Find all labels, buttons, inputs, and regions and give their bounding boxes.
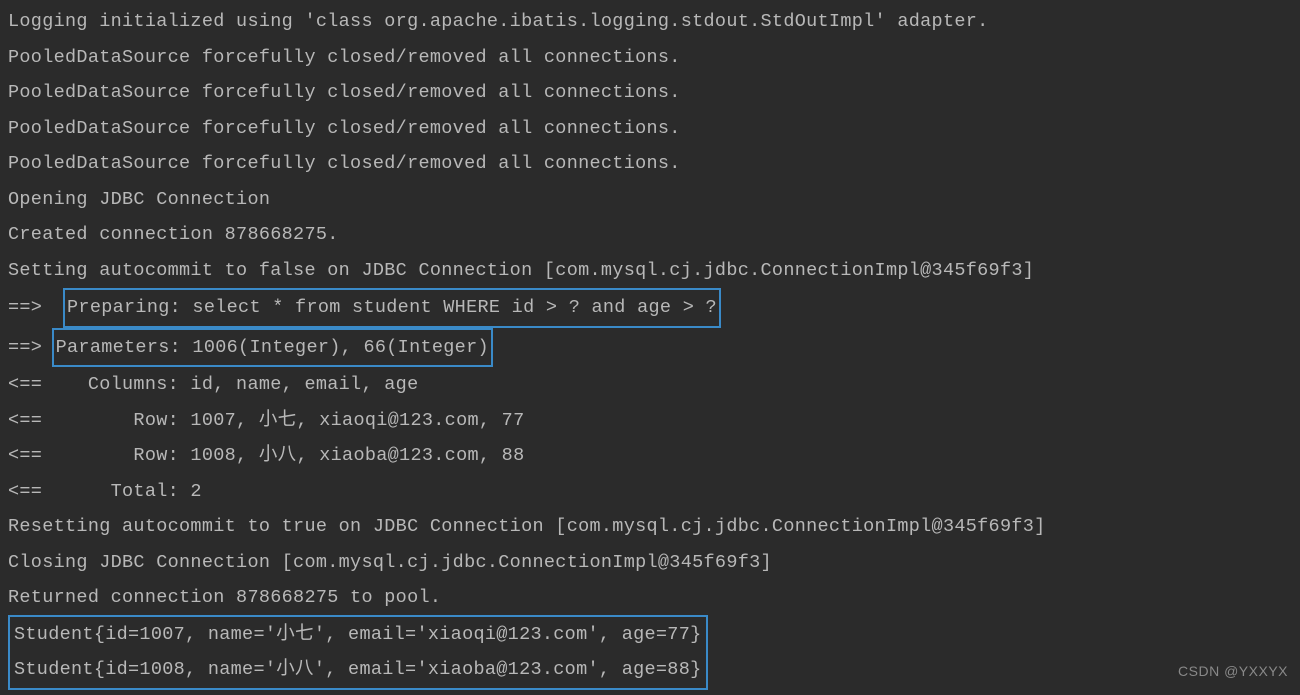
log-line: PooledDataSource forcefully closed/remov… (8, 111, 1292, 147)
student-result-row: Student{id=1007, name='小七', email='xiaoq… (14, 617, 702, 653)
log-line: PooledDataSource forcefully closed/remov… (8, 40, 1292, 76)
log-line: Logging initialized using 'class org.apa… (8, 4, 1292, 40)
log-line: Returned connection 878668275 to pool. (8, 580, 1292, 616)
log-line: <== Row: 1008, 小八, xiaoba@123.com, 88 (8, 438, 1292, 474)
sql-parameters-highlight: Parameters: 1006(Integer), 66(Integer) (52, 328, 493, 368)
log-line: <== Columns: id, name, email, age (8, 367, 1292, 403)
log-line: Created connection 878668275. (8, 217, 1292, 253)
log-line: <== Total: 2 (8, 474, 1292, 510)
log-line-preparing: ==> Preparing: select * from student WHE… (8, 288, 1292, 328)
log-line: Opening JDBC Connection (8, 182, 1292, 218)
log-line: PooledDataSource forcefully closed/remov… (8, 75, 1292, 111)
student-results-highlight: Student{id=1007, name='小七', email='xiaoq… (8, 615, 708, 690)
console-output: Logging initialized using 'class org.apa… (8, 4, 1292, 690)
arrow-prefix: ==> (8, 337, 54, 358)
log-line: Closing JDBC Connection [com.mysql.cj.jd… (8, 545, 1292, 581)
student-result-row: Student{id=1008, name='小八', email='xiaob… (14, 652, 702, 688)
sql-preparing-highlight: Preparing: select * from student WHERE i… (63, 288, 721, 328)
arrow-prefix: ==> (8, 297, 65, 318)
log-line: Setting autocommit to false on JDBC Conn… (8, 253, 1292, 289)
log-line-parameters: ==> Parameters: 1006(Integer), 66(Intege… (8, 328, 1292, 368)
log-line: <== Row: 1007, 小七, xiaoqi@123.com, 77 (8, 403, 1292, 439)
log-line: Resetting autocommit to true on JDBC Con… (8, 509, 1292, 545)
log-line: PooledDataSource forcefully closed/remov… (8, 146, 1292, 182)
watermark: CSDN @YXXYX (1178, 654, 1288, 690)
